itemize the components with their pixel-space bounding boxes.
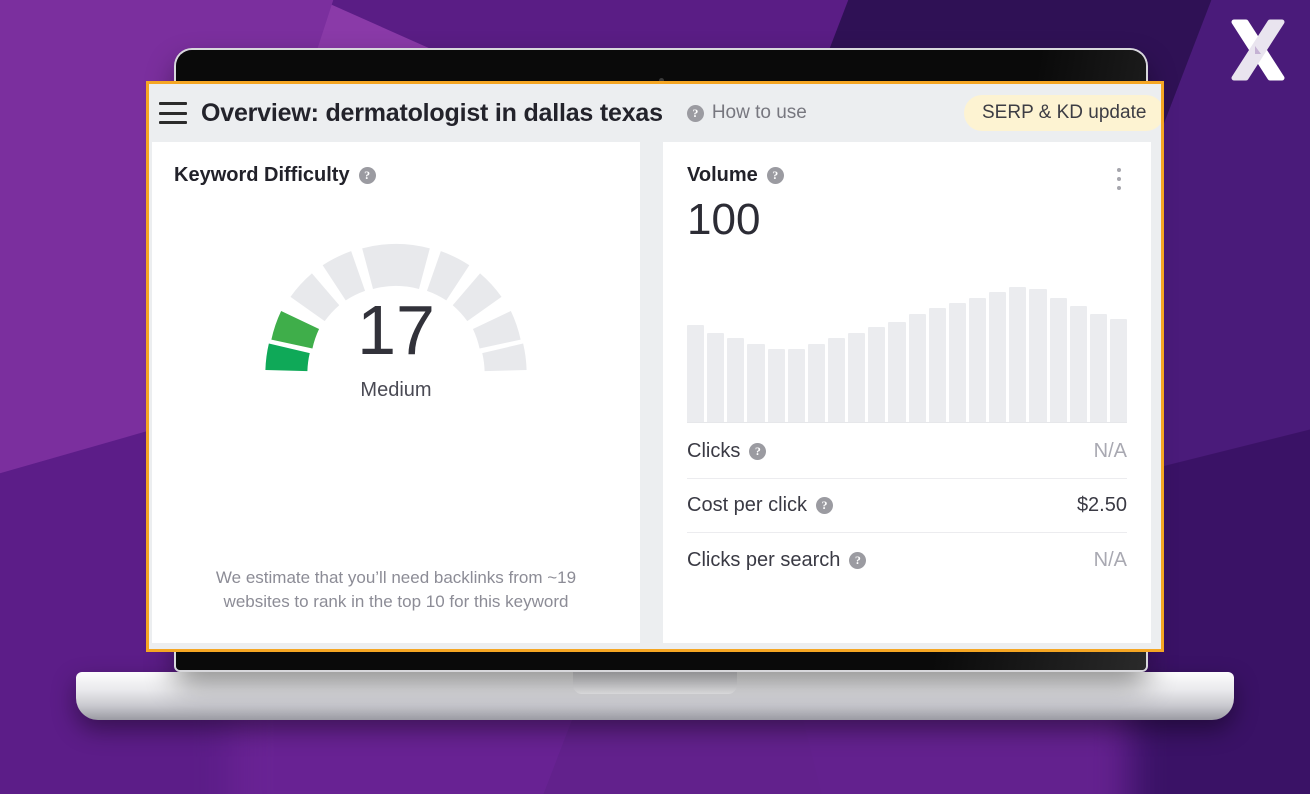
metric-value: $2.50 [1076, 494, 1127, 517]
app-topbar: Overview: dermatologist in dallas texas … [149, 84, 1161, 142]
question-mark-icon[interactable]: ? [358, 167, 376, 184]
how-to-use-link[interactable]: ? How to use [686, 102, 807, 124]
question-mark-icon[interactable]: ? [816, 497, 834, 515]
volume-bar [888, 321, 906, 423]
page-title: Overview: dermatologist in dallas texas [201, 98, 663, 127]
metric-value: N/A [1093, 548, 1127, 571]
metric-label: Clicks? [687, 440, 767, 463]
volume-title-row: Volume ? [687, 164, 1127, 187]
volume-bar [767, 349, 785, 423]
metric-value: N/A [1093, 440, 1127, 463]
keyword-difficulty-score: 17 [357, 291, 435, 369]
metric-row: Clicks per search? N/A [687, 533, 1127, 587]
metric-label-text: Clicks [687, 440, 741, 463]
volume-bar [787, 349, 805, 423]
volume-bar [807, 343, 825, 423]
cards-container: Keyword Difficulty ? 17 Medium We estima… [149, 142, 1161, 649]
laptop-base [76, 672, 1234, 720]
metric-label: Clicks per search? [687, 548, 867, 572]
volume-bar [968, 297, 987, 423]
metric-row: Cost per click? $2.50 [687, 479, 1127, 534]
volume-bar [868, 327, 886, 423]
volume-bar [908, 313, 926, 423]
volume-title: Volume [687, 164, 758, 186]
volume-trend-chart [687, 273, 1128, 424]
volume-metrics-list: Clicks? N/A Cost per click? $2.50 Clicks per… [687, 425, 1127, 587]
metric-label-text: Cost per click [687, 494, 808, 517]
keyword-difficulty-title-row: Keyword Difficulty ? [174, 164, 618, 187]
x-logo [1231, 19, 1285, 81]
volume-bar [687, 324, 705, 423]
volume-bar [989, 292, 1007, 423]
screenshot-stage: Overview: dermatologist in dallas texas … [0, 0, 1310, 794]
volume-bar [1029, 289, 1047, 423]
volume-bar [928, 308, 946, 423]
question-mark-icon: ? [686, 104, 704, 122]
hamburger-icon[interactable] [159, 102, 187, 124]
metric-label: Cost per click? [687, 494, 834, 517]
serp-kd-update-badge[interactable]: SERP & KD update [964, 95, 1161, 131]
gauge-segment-5 [362, 244, 430, 290]
how-to-use-label: How to use [711, 102, 807, 123]
keyword-difficulty-footnote: We estimate that you’ll need backlinks f… [215, 567, 577, 612]
question-mark-icon[interactable]: ? [766, 167, 784, 184]
gauge-segment-6 [426, 251, 470, 301]
laptop-base-notch [573, 672, 737, 694]
metric-row: Clicks? N/A [687, 425, 1127, 480]
volume-bar [1009, 286, 1027, 423]
keyword-difficulty-title: Keyword Difficulty [174, 164, 350, 186]
metric-label-text: Clicks per search [687, 548, 841, 571]
keyword-difficulty-rating: Medium [360, 379, 432, 401]
keyword-difficulty-gauge: 17 Medium [174, 219, 618, 419]
three-dots-vertical-icon[interactable] [1109, 168, 1129, 190]
volume-bar [747, 343, 765, 423]
keyword-difficulty-card: Keyword Difficulty ? 17 Medium We estima… [152, 142, 640, 643]
gauge-segment-4 [322, 251, 366, 301]
question-mark-icon[interactable]: ? [849, 551, 867, 569]
volume-bar [1109, 319, 1128, 423]
volume-card: Volume ? 100 Clicks? N/A Cost per click? $2… [663, 142, 1151, 643]
volume-bar [827, 338, 846, 423]
app-screenshot: Overview: dermatologist in dallas texas … [146, 81, 1164, 652]
volume-bar [727, 338, 745, 423]
question-mark-icon[interactable]: ? [749, 443, 767, 461]
volume-bar [1069, 305, 1087, 423]
volume-bar [707, 332, 725, 423]
volume-bar [1049, 297, 1067, 423]
volume-bar [1089, 313, 1107, 423]
volume-value: 100 [687, 195, 761, 244]
volume-bar [848, 332, 866, 423]
volume-bar [948, 303, 966, 423]
